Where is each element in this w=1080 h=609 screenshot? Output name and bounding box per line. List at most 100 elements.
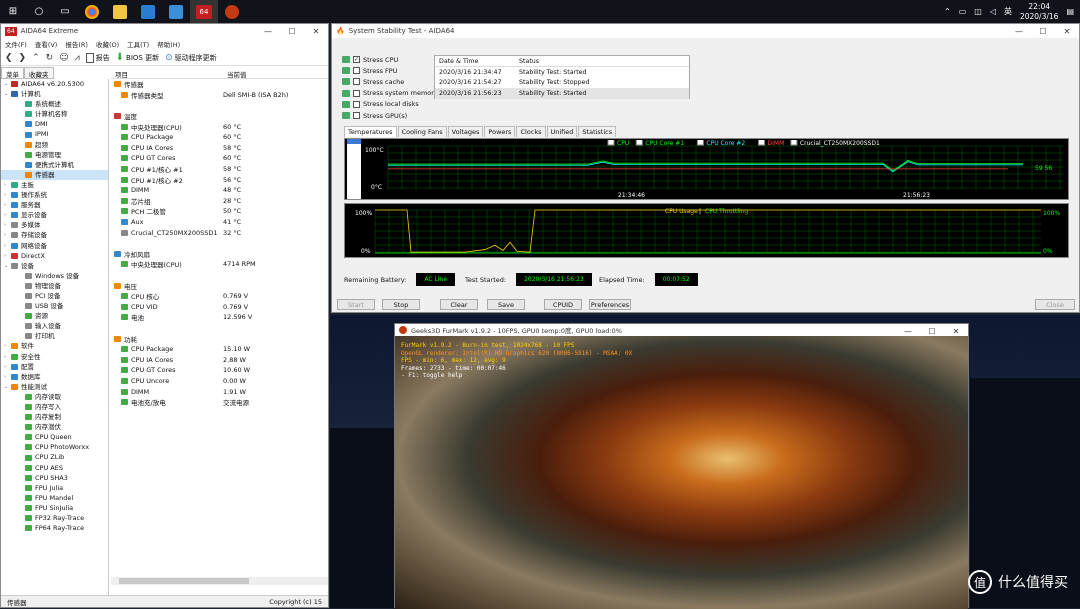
clear-button[interactable]: Clear [440,299,478,310]
menu-item[interactable]: 查看(V) [35,39,58,49]
tab-voltages[interactable]: Voltages [447,126,484,137]
section-header[interactable]: 电压 [111,280,328,291]
tree-item[interactable]: CPU Queen [1,432,108,442]
tree-item[interactable]: › 安全性 [1,352,108,362]
up-arrow-icon[interactable]: ⌃ [32,53,40,63]
tab-clocks[interactable]: Clocks [516,126,546,137]
task-view-icon[interactable]: ▭ [52,0,78,23]
column-header-item[interactable]: 项目 [111,67,223,79]
save-button[interactable]: Save [487,299,525,310]
tree-item[interactable]: 内存复制 [1,412,108,422]
sensor-row[interactable]: 芯片组 28 °C [111,196,328,207]
tab-menu[interactable]: 菜单 [1,67,24,79]
tree-item[interactable]: 内存潜伏 [1,422,108,432]
expand-icon[interactable]: ⌄ [4,382,10,392]
tree-item[interactable]: CPU AES [1,463,108,473]
expand-icon[interactable]: › [4,200,10,210]
tree-item[interactable]: 内存写入 [1,402,108,412]
tree-item[interactable]: › 数据库 [1,372,108,382]
maximize-icon[interactable]: ☐ [280,24,304,38]
log-row[interactable]: 2020/3/16 21:54:27 Stability Test: Stoppe… [435,78,689,89]
expand-icon[interactable]: › [4,180,10,190]
driver-update-button[interactable]: ⊙ 驱动程序更新 [165,53,217,63]
report-button[interactable]: 报告 [85,52,110,63]
chevron-up-icon[interactable]: ⌃ [944,7,951,16]
tree-item[interactable]: 超频 [1,140,108,150]
tree-item[interactable]: › 存储设备 [1,230,108,240]
tree-item[interactable]: ⌄ AIDA64 v6.20.5300 [1,79,108,89]
tree-item[interactable]: 电源管理 [1,150,108,160]
menu-item[interactable]: 工具(T) [127,39,149,49]
store-icon[interactable] [134,0,162,23]
sensor-row[interactable]: Crucial_CT250MX200SSD1 32 °C [111,227,328,238]
network-icon[interactable]: ◫ [974,7,982,16]
sensor-row[interactable]: CPU VID 0.769 V [111,301,328,312]
sensor-row[interactable]: CPU Uncore 0.00 W [111,376,328,387]
close-icon[interactable]: ✕ [304,24,328,38]
tree-item[interactable]: PCI 设备 [1,291,108,301]
expand-icon[interactable]: › [4,352,10,362]
tree-item[interactable]: CPU PhotoWorxx [1,442,108,452]
expand-icon[interactable]: › [4,341,10,351]
expand-icon[interactable]: ⌄ [4,89,10,99]
section-header[interactable]: 传感器 [111,79,328,90]
sensor-row[interactable]: CPU IA Cores 2.88 W [111,354,328,365]
tree-item[interactable]: ⌄ 设备 [1,261,108,271]
column-header-value[interactable]: 当前值 [223,67,251,79]
log-row[interactable]: 2020/3/16 21:34:47 Stability Test: Starte… [435,67,689,78]
tree-item[interactable]: › 操作系统 [1,190,108,200]
sensor-row[interactable]: DIMM 48 °C [111,185,328,196]
search-icon[interactable]: ○ [26,0,52,23]
tab-statistics[interactable]: Statistics [578,126,617,137]
maximize-icon[interactable]: ☐ [1031,24,1055,38]
log-row[interactable]: 2020/3/16 21:56:23 Stability Test: Starte… [435,88,689,99]
furmark-titlebar[interactable]: Geeks3D FurMark v1.9.2 - 10FPS, GPU0 tem… [395,324,968,336]
notification-icon[interactable]: ▤ [1066,7,1074,16]
tab-temperatures[interactable]: Temperatures [344,126,397,137]
chart-icon[interactable]: ⩘ [75,53,80,63]
expand-icon[interactable]: › [4,190,10,200]
tree-item[interactable]: FPU Julia [1,483,108,493]
sensor-row[interactable]: 中央处理器(CPU) 4714 RPM [111,259,328,270]
tree-item[interactable]: FPU Mandel [1,493,108,503]
menu-item[interactable]: 收藏(O) [96,39,119,49]
file-explorer-icon[interactable] [106,0,134,23]
scrollbar-thumb[interactable] [119,578,249,584]
start-icon[interactable]: ⊞ [0,0,26,23]
expand-icon[interactable]: › [4,210,10,220]
aida64-taskbar-icon[interactable]: 64 [190,0,218,23]
close-icon[interactable]: ✕ [1055,24,1079,38]
close-button[interactable]: Close [1035,299,1075,310]
forward-arrow-icon[interactable]: ❯ [19,53,27,63]
tree-item[interactable]: › DirectX [1,251,108,261]
sensor-row[interactable]: 传感器类型 Dell SMI-B (ISA B2h) [111,90,328,101]
furmark-taskbar-icon[interactable] [218,0,246,23]
minimize-icon[interactable]: — [256,24,280,38]
sensor-row[interactable]: CPU Package 60 °C [111,132,328,143]
tree-item[interactable]: FP32 Ray-Trace [1,513,108,523]
preferences-button[interactable]: Preferences [589,299,631,310]
expand-icon[interactable]: › [4,372,10,382]
checkbox[interactable] [353,78,360,86]
tree-item[interactable]: Windows 设备 [1,271,108,281]
tab-favorites[interactable]: 收藏夹 [24,67,54,79]
tree-item[interactable]: 打印机 [1,331,108,341]
expand-icon[interactable]: › [4,220,10,230]
menu-item[interactable]: 文件(F) [5,39,27,49]
tree-item[interactable]: ⌄ 计算机 [1,89,108,99]
sensor-row[interactable]: 电池充/放电 交流电源 [111,397,328,408]
tree-item[interactable]: 系统概述 [1,99,108,109]
section-header[interactable]: 功耗 [111,333,328,344]
tree-item[interactable]: ⌄ 性能测试 [1,382,108,392]
sensor-row[interactable]: 中央处理器(CPU) 60 °C [111,121,328,132]
sensor-row[interactable]: CPU #1/核心 #2 56 °C [111,174,328,185]
bios-update-button[interactable]: ⬇ BIOS 更新 [116,52,159,63]
tree-item[interactable]: 输入设备 [1,321,108,331]
tree-item[interactable]: FPU SinJulia [1,503,108,513]
sensor-row[interactable]: CPU #1/核心 #1 58 °C [111,164,328,175]
chrome-icon[interactable] [78,0,106,23]
checkbox[interactable] [353,112,360,120]
furmark-render-view[interactable]: FurMark v1.9.2 - Burn-in test, 1024x768 … [395,336,968,609]
tree-item[interactable]: 传感器 [1,169,108,180]
tree-item[interactable]: IPMI [1,129,108,139]
